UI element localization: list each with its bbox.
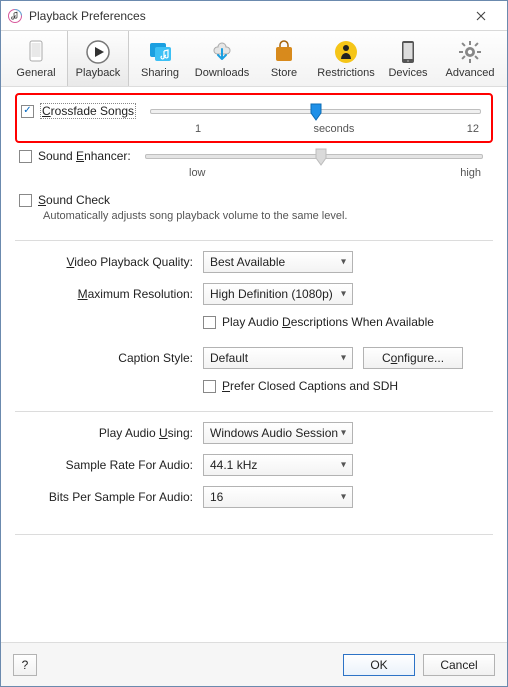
video-quality-label: Video Playback Quality: <box>15 255 195 269</box>
separator-2 <box>15 411 493 412</box>
downloads-icon <box>209 38 235 66</box>
tab-general-label: General <box>16 67 55 79</box>
tab-sharing-label: Sharing <box>141 67 179 79</box>
audio-descriptions-checkbox[interactable] <box>203 316 216 329</box>
close-icon <box>476 11 486 21</box>
audio-descriptions-label: Play Audio Descriptions When Available <box>222 315 434 329</box>
sound-enhancer-low-label: low <box>189 167 206 179</box>
max-resolution-dropdown[interactable]: High Definition (1080p) ▾ <box>203 283 353 305</box>
help-button[interactable]: ? <box>13 654 37 676</box>
bits-per-sample-dropdown[interactable]: 16 ▾ <box>203 486 353 508</box>
sound-enhancer-high-label: high <box>460 167 481 179</box>
chevron-down-icon: ▾ <box>341 428 346 439</box>
titlebar: Playback Preferences <box>1 1 507 31</box>
ok-label: OK <box>370 658 387 672</box>
chevron-down-icon: ▾ <box>341 492 346 503</box>
sharing-icon <box>146 38 174 66</box>
ok-button[interactable]: OK <box>343 654 415 676</box>
prefer-cc-label: Prefer Closed Captions and SDH <box>222 379 398 393</box>
crossfade-slider[interactable] <box>150 109 481 114</box>
general-icon <box>25 38 47 66</box>
tab-restrictions[interactable]: Restrictions <box>315 31 377 86</box>
sound-check-label: Sound Check <box>38 193 110 207</box>
configure-caption-button[interactable]: Configure... <box>363 347 463 369</box>
video-quality-dropdown[interactable]: Best Available ▾ <box>203 251 353 273</box>
crossfade-label: CCrossfade Songsrossfade Songs <box>40 103 136 119</box>
app-icon <box>7 8 23 24</box>
tab-sharing[interactable]: Sharing <box>129 31 191 86</box>
help-label: ? <box>22 658 29 672</box>
devices-icon <box>397 38 419 66</box>
store-icon <box>272 38 296 66</box>
max-resolution-value: High Definition (1080p) <box>210 287 333 301</box>
crossfade-min-label: 1 <box>195 123 201 135</box>
chevron-down-icon: ▾ <box>341 460 346 471</box>
toolbar: General Playback Sharing Downloads Store… <box>1 31 507 87</box>
caption-style-value: Default <box>210 351 248 365</box>
content-pane: ✓ CCrossfade Songsrossfade Songs 1 secon… <box>1 87 507 642</box>
crossfade-slider-thumb[interactable] <box>309 103 323 121</box>
bits-per-sample-value: 16 <box>210 490 223 504</box>
chevron-down-icon: ▾ <box>341 353 346 364</box>
sound-enhancer-slider-thumb[interactable] <box>314 148 328 166</box>
footer: ? OK Cancel <box>1 642 507 686</box>
sound-check-description: Automatically adjusts song playback volu… <box>43 210 493 222</box>
crossfade-max-label: 12 <box>467 123 479 135</box>
separator-1 <box>15 240 493 241</box>
tab-downloads[interactable]: Downloads <box>191 31 253 86</box>
play-audio-using-value: Windows Audio Session <box>210 426 338 440</box>
sound-enhancer-checkbox[interactable] <box>19 150 32 163</box>
prefer-cc-checkbox[interactable] <box>203 380 216 393</box>
window-title: Playback Preferences <box>29 9 461 23</box>
advanced-icon <box>457 38 483 66</box>
sound-check-checkbox[interactable] <box>19 194 32 207</box>
preferences-window: Playback Preferences General Playback Sh… <box>0 0 508 687</box>
sample-rate-value: 44.1 kHz <box>210 458 257 472</box>
tab-playback-label: Playback <box>76 67 121 79</box>
restrictions-icon <box>333 38 359 66</box>
caption-style-dropdown[interactable]: Default ▾ <box>203 347 353 369</box>
play-audio-using-dropdown[interactable]: Windows Audio Session ▾ <box>203 422 353 444</box>
tab-downloads-label: Downloads <box>195 67 249 79</box>
tab-general[interactable]: General <box>5 31 67 86</box>
separator-3 <box>15 534 493 535</box>
video-quality-value: Best Available <box>210 255 285 269</box>
tab-devices-label: Devices <box>388 67 427 79</box>
crossfade-highlight: ✓ CCrossfade Songsrossfade Songs 1 secon… <box>15 93 493 143</box>
caption-style-label: Caption Style: <box>15 351 195 365</box>
tab-playback[interactable]: Playback <box>67 31 129 86</box>
sample-rate-label: Sample Rate For Audio: <box>15 458 195 472</box>
close-button[interactable] <box>461 2 501 30</box>
cancel-label: Cancel <box>440 658 477 672</box>
sample-rate-dropdown[interactable]: 44.1 kHz ▾ <box>203 454 353 476</box>
tab-advanced-label: Advanced <box>446 67 495 79</box>
sound-enhancer-label: Sound Enhancer: <box>38 149 131 163</box>
crossfade-unit-label: seconds <box>313 123 354 135</box>
chevron-down-icon: ▾ <box>341 257 346 268</box>
chevron-down-icon: ▾ <box>341 289 346 300</box>
crossfade-checkbox[interactable]: ✓ <box>21 105 34 118</box>
tab-advanced[interactable]: Advanced <box>439 31 501 86</box>
sound-enhancer-slider[interactable] <box>145 154 483 159</box>
play-audio-using-label: Play Audio Using: <box>15 426 195 440</box>
playback-icon <box>85 38 111 66</box>
bits-per-sample-label: Bits Per Sample For Audio: <box>15 490 195 504</box>
tab-restrictions-label: Restrictions <box>317 67 374 79</box>
max-resolution-label: Maximum Resolution: <box>15 287 195 301</box>
tab-store-label: Store <box>271 67 297 79</box>
tab-devices[interactable]: Devices <box>377 31 439 86</box>
tab-store[interactable]: Store <box>253 31 315 86</box>
cancel-button[interactable]: Cancel <box>423 654 495 676</box>
